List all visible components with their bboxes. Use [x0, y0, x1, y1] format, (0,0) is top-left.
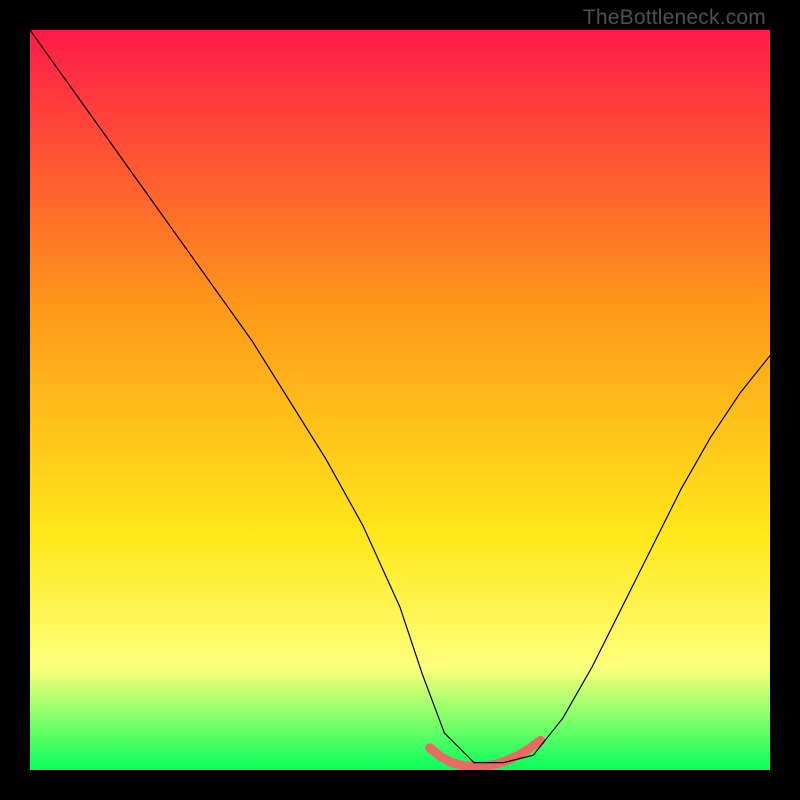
bottleneck-curve: [30, 30, 770, 763]
chart-frame: TheBottleneck.com: [0, 0, 800, 800]
watermark-text: TheBottleneck.com: [583, 6, 766, 30]
curve-layer: [30, 30, 770, 770]
plot-area: [30, 30, 770, 770]
